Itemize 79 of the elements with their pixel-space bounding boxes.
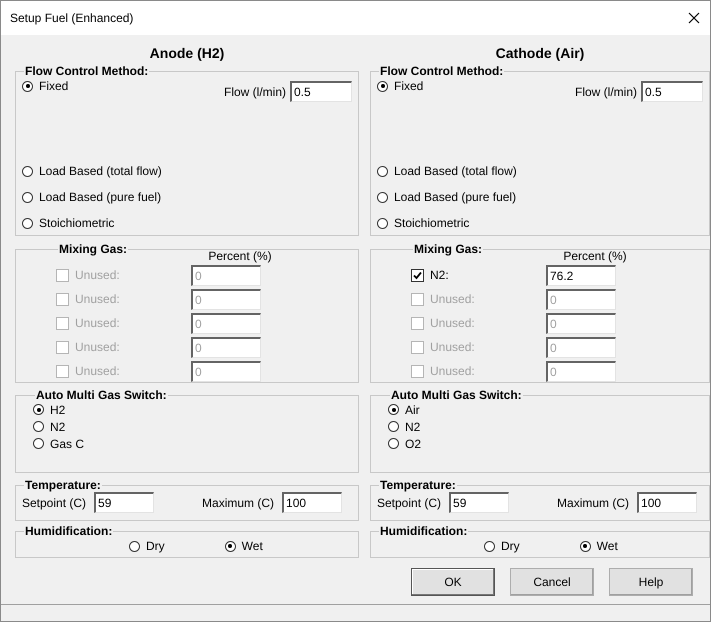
option-label: Air: [405, 402, 420, 416]
field-label: Setpoint (C): [22, 496, 86, 510]
radio-button[interactable]: [33, 421, 44, 432]
option-label: Fixed: [39, 79, 68, 93]
option-label: Fixed: [394, 79, 424, 93]
input-field[interactable]: 59: [449, 492, 510, 513]
option-label: Load Based (pure fuel): [394, 190, 516, 204]
option-label: Gas C: [50, 436, 84, 450]
radio-button[interactable]: [388, 421, 399, 432]
group-title: Temperature:: [24, 479, 102, 491]
radio-button[interactable]: [377, 192, 388, 202]
field-label: Setpoint (C): [377, 496, 442, 510]
group-title: Mixing Gas:: [58, 243, 128, 255]
radio-button[interactable]: [388, 404, 399, 415]
column-header: Percent (%): [207, 249, 273, 263]
gas-label: Unused:: [75, 268, 121, 282]
option-label: Load Based (total flow): [394, 164, 517, 178]
radio-button[interactable]: [22, 218, 33, 228]
option-label: Dry: [146, 539, 165, 553]
option-label: H2: [50, 402, 66, 416]
field-label: Maximum (C): [202, 496, 274, 510]
gas-label: Unused:: [75, 364, 121, 378]
dialog-button[interactable]: OK: [411, 568, 495, 596]
radio-button[interactable]: [33, 438, 44, 449]
option-label: Stoichiometric: [39, 216, 114, 230]
close-icon[interactable]: [688, 12, 700, 24]
radio-button[interactable]: [377, 166, 388, 176]
percent-field[interactable]: 76.2: [546, 264, 616, 286]
gas-label: Unused:: [430, 340, 476, 354]
option-label: Load Based (pure fuel): [39, 190, 162, 204]
panel-heading: Cathode (Air): [494, 44, 586, 63]
field-label: Flow (l/min): [575, 84, 637, 98]
group-title: Flow Control Method:: [24, 65, 150, 77]
dialog-button[interactable]: Help: [609, 568, 693, 596]
group-title: Auto Multi Gas Switch:: [390, 389, 523, 401]
window-title: Setup Fuel (Enhanced): [10, 11, 134, 25]
option-label: O2: [405, 436, 422, 450]
input-field[interactable]: 100: [282, 492, 342, 513]
option-label: N2: [50, 420, 66, 434]
radio-button[interactable]: [377, 218, 388, 228]
input-field[interactable]: 59: [94, 492, 154, 513]
radio-button[interactable]: [22, 166, 33, 176]
radio-button[interactable]: [484, 540, 495, 552]
radio-button[interactable]: [388, 438, 399, 449]
group-title: Auto Multi Gas Switch:: [35, 389, 168, 401]
option-label: Stoichiometric: [394, 216, 470, 230]
gas-label: Unused:: [75, 316, 121, 330]
radio-button[interactable]: [22, 192, 33, 202]
radio-button[interactable]: [224, 540, 236, 552]
column-header: Percent (%): [562, 249, 628, 263]
group-title: Temperature:: [379, 479, 457, 491]
input-field[interactable]: 100: [637, 492, 698, 513]
panel-heading: Anode (H2): [148, 44, 226, 63]
radio-button[interactable]: [22, 80, 33, 92]
group-title: Humidification:: [24, 525, 114, 537]
option-label: Dry: [501, 539, 520, 553]
option-label: Load Based (total flow): [39, 164, 162, 178]
gas-label: Unused:: [75, 340, 121, 354]
group-title: Humidification:: [379, 525, 468, 537]
input-field[interactable]: 0.5: [641, 81, 703, 102]
checkbox[interactable]: [411, 268, 424, 282]
dialog-button[interactable]: Cancel: [510, 568, 594, 596]
gas-label: Unused:: [430, 316, 476, 330]
radio-button[interactable]: [377, 80, 388, 92]
option-label: Wet: [242, 539, 263, 553]
option-label: Wet: [596, 539, 618, 553]
radio-button[interactable]: [580, 540, 591, 552]
gas-label: Unused:: [75, 292, 121, 306]
radio-button[interactable]: [33, 404, 44, 415]
gas-label: N2:: [430, 268, 450, 282]
field-label: Maximum (C): [557, 496, 630, 510]
radio-button[interactable]: [129, 540, 140, 552]
field-label: Flow (l/min): [224, 84, 286, 98]
gas-label: Unused:: [430, 364, 476, 378]
group-title: Mixing Gas:: [413, 243, 484, 255]
option-label: N2: [405, 420, 420, 434]
group-title: Flow Control Method:: [379, 65, 504, 77]
input-field[interactable]: 0.5: [290, 81, 352, 102]
gas-label: Unused:: [430, 292, 476, 306]
